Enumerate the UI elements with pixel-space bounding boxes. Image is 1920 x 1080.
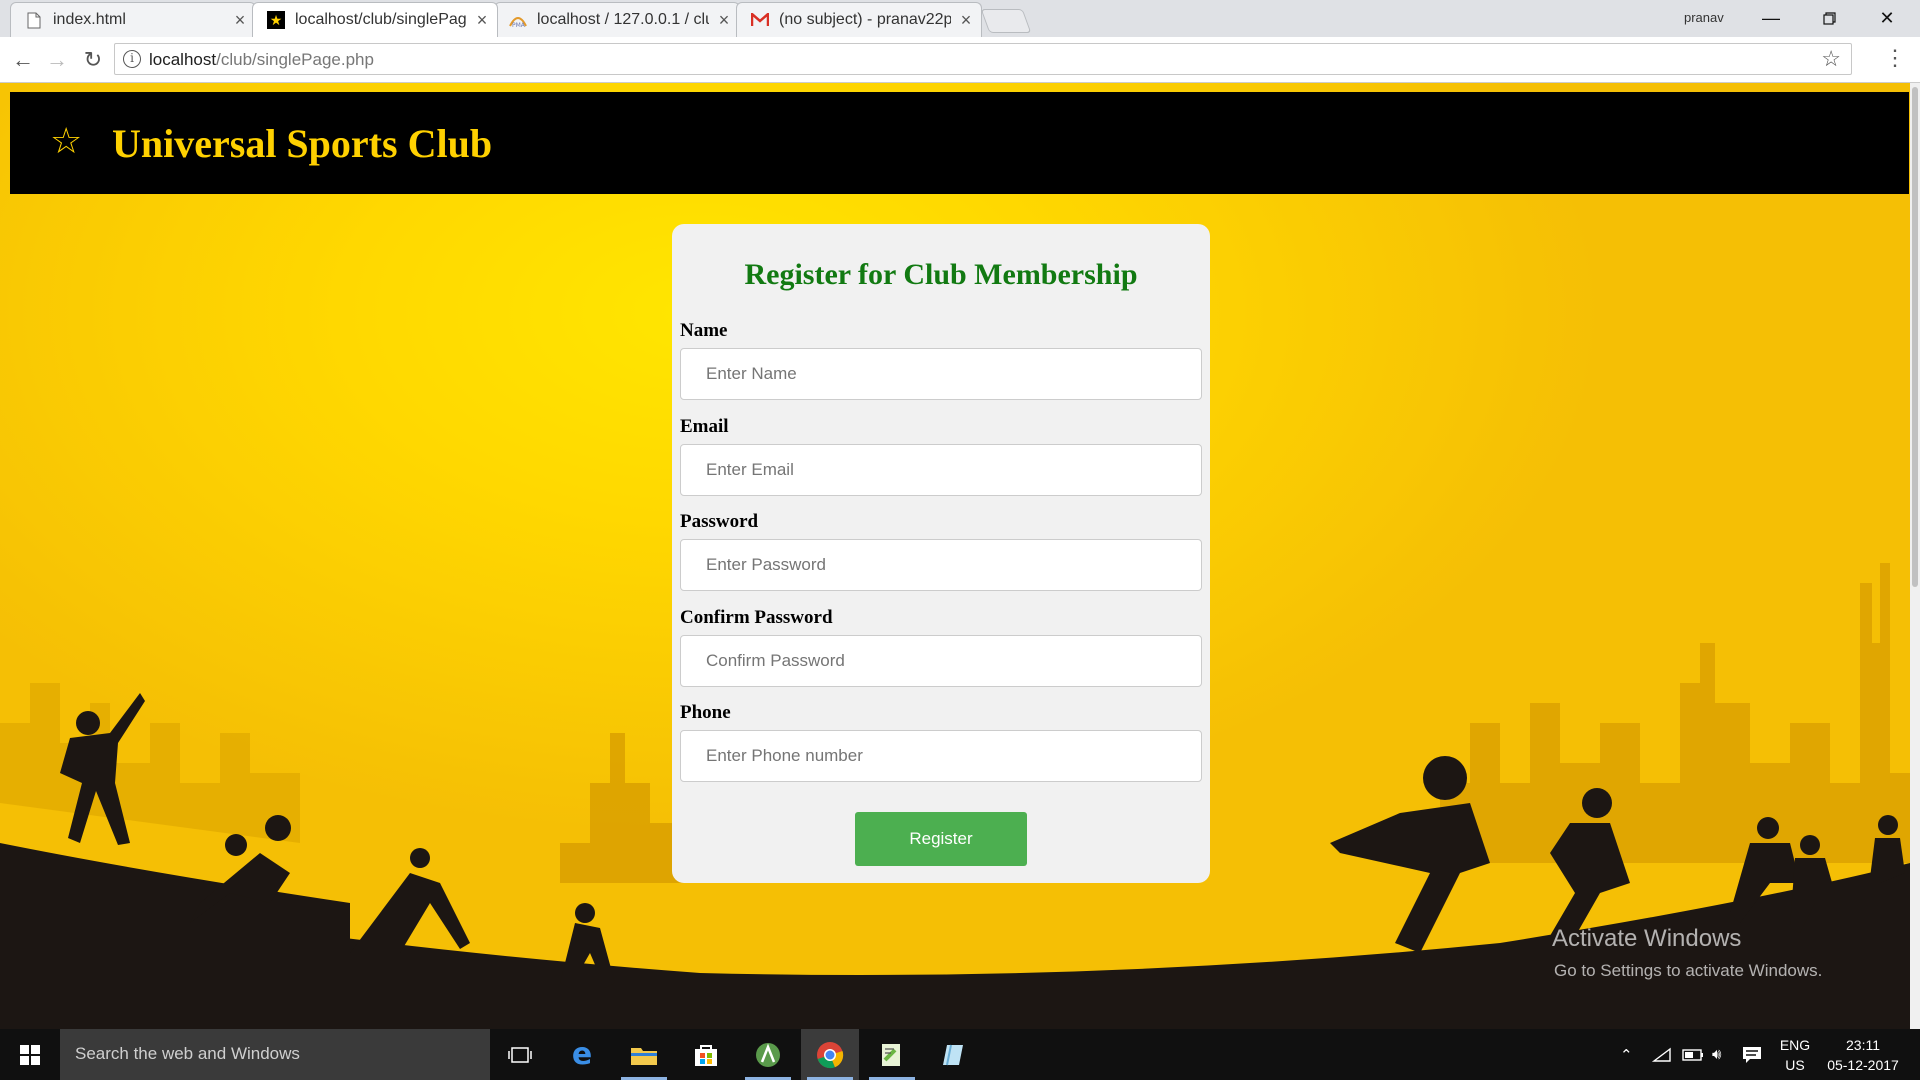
name-input[interactable] [680, 348, 1202, 400]
clock[interactable]: 23:11 05-12-2017 [1817, 1035, 1909, 1075]
name-label: Name [680, 320, 728, 341]
profile-name[interactable]: pranav [1684, 10, 1724, 25]
star-logo-icon: ☆ [50, 120, 83, 161]
register-button[interactable]: Register [855, 812, 1027, 866]
battery-icon[interactable] [1682, 1029, 1704, 1080]
star-favicon-icon: ★ [267, 11, 285, 29]
notepad-plus-icon[interactable] [863, 1029, 921, 1080]
tab-title: (no subject) - pranav22p [779, 11, 951, 28]
tab-title: localhost/club/singlePag [295, 11, 467, 28]
store-icon[interactable] [677, 1029, 735, 1080]
edge-icon[interactable]: e [553, 1029, 611, 1080]
form-heading: Register for Club Membership [744, 258, 1138, 291]
svg-text:PMA: PMA [512, 22, 526, 28]
browser-toolbar: ← → ↻ i localhost/club/singlePage.php ☆ … [0, 37, 1920, 83]
file-explorer-icon[interactable] [615, 1029, 673, 1080]
bookmark-star-icon[interactable]: ☆ [1821, 46, 1841, 72]
email-label: Email [680, 416, 729, 437]
android-studio-icon[interactable] [739, 1029, 797, 1080]
tab-index-html[interactable]: index.html × [10, 2, 256, 37]
close-icon[interactable]: × [467, 10, 497, 31]
close-icon[interactable]: × [225, 10, 255, 31]
task-view-icon[interactable] [491, 1029, 549, 1080]
url-path: /club/singlePage.php [216, 50, 374, 69]
region-code: US [1785, 1057, 1805, 1073]
reload-icon[interactable]: ↻ [78, 45, 108, 75]
close-icon[interactable]: × [709, 10, 739, 31]
confirm-password-label: Confirm Password [680, 607, 833, 628]
close-icon[interactable]: × [951, 10, 981, 31]
info-icon[interactable]: i [123, 50, 141, 68]
taskbar: Search the web and Windows e ⌃ 🔊︎ ENG US… [0, 1029, 1920, 1080]
confirm-password-input[interactable] [680, 635, 1202, 687]
dreamweaver-icon[interactable] [925, 1029, 983, 1080]
language-code: ENG [1779, 1037, 1811, 1053]
tab-title: localhost / 127.0.0.1 / clu [537, 11, 709, 28]
chrome-icon[interactable] [801, 1029, 859, 1080]
tab-gmail[interactable]: (no subject) - pranav22p × [736, 2, 982, 37]
url-text[interactable]: localhost/club/singlePage.php [149, 50, 374, 70]
url-host: localhost [149, 50, 217, 69]
email-input[interactable] [680, 444, 1202, 496]
site-header: ☆ Universal Sports Club [10, 92, 1909, 194]
page-viewport: ☆ Universal Sports Club Register for Clu… [0, 83, 1920, 1029]
phone-input[interactable] [680, 730, 1202, 782]
phpmyadmin-icon: PMA [509, 11, 527, 29]
close-window-icon[interactable]: ✕ [1864, 4, 1910, 32]
language-indicator[interactable]: ENG US [1773, 1035, 1817, 1075]
menu-icon[interactable]: ⋮ [1884, 45, 1906, 71]
phone-label: Phone [680, 702, 731, 723]
restore-icon[interactable] [1806, 4, 1852, 32]
file-icon [25, 11, 43, 29]
show-hidden-icons-icon[interactable]: ⌃ [1620, 1029, 1633, 1080]
gmail-icon [751, 11, 769, 29]
back-arrow-icon[interactable]: ← [8, 45, 38, 75]
wifi-icon[interactable] [1652, 1029, 1672, 1080]
minimize-icon[interactable]: — [1748, 4, 1794, 32]
tab-phpmyadmin[interactable]: PMA localhost / 127.0.0.1 / clu × [494, 2, 740, 37]
tab-single-page[interactable]: ★ localhost/club/singlePag × [252, 2, 498, 37]
password-label: Password [680, 511, 759, 532]
password-input[interactable] [680, 539, 1202, 591]
scrollbar-thumb[interactable] [1912, 87, 1918, 587]
taskbar-search-placeholder: Search the web and Windows [75, 1044, 300, 1063]
page-scrollbar[interactable] [1910, 83, 1920, 1029]
clock-time: 23:11 [1846, 1037, 1880, 1053]
forward-arrow-icon[interactable]: → [42, 45, 72, 75]
activate-windows-subtitle: Go to Settings to activate Windows. [1554, 961, 1823, 980]
registration-form: Register for Club Membership Name Email … [672, 224, 1210, 883]
activate-windows-title: Activate Windows [1552, 925, 1742, 952]
site-title: Universal Sports Club [112, 121, 493, 166]
windows-start-icon[interactable] [0, 1029, 60, 1080]
svg-text:★: ★ [270, 13, 283, 29]
new-tab-button[interactable] [980, 9, 1032, 33]
address-bar[interactable]: i localhost/club/singlePage.php ☆ [114, 43, 1852, 75]
clock-date: 05-12-2017 [1827, 1057, 1899, 1073]
volume-icon[interactable]: 🔊︎ [1712, 1029, 1721, 1080]
taskbar-search-box[interactable]: Search the web and Windows [60, 1029, 490, 1080]
browser-tab-strip: index.html × ★ localhost/club/singlePag … [0, 0, 1920, 37]
action-center-icon[interactable] [1742, 1029, 1762, 1080]
tab-title: index.html [53, 11, 126, 28]
